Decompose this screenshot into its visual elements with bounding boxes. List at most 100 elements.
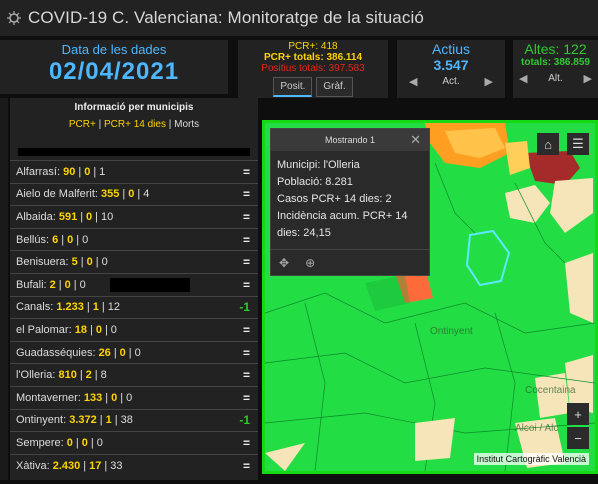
separator: |: [95, 256, 99, 269]
pcr14-value: 2: [85, 369, 92, 382]
pcr14-value: 0: [64, 278, 71, 291]
altes-totals: totals: 386.859: [521, 57, 590, 68]
pcr-value: 2.430: [52, 459, 81, 472]
municipis-header: Informació per municipis PCR+ | PCR+ 14 …: [10, 98, 258, 146]
pcr-totals: PCR+ totals: 386.114: [263, 52, 363, 63]
morts-value: 38: [120, 414, 133, 427]
pan-icon[interactable]: ✥: [279, 256, 289, 270]
list-item[interactable]: Canals: 1.233 | 1 | 12 -1: [10, 295, 258, 319]
trend-indicator: =: [242, 277, 250, 292]
morts-value: 8: [100, 369, 107, 382]
zoom-out-button[interactable]: −: [567, 427, 589, 449]
municipi-name: l'Olleria:: [16, 369, 56, 382]
list-item[interactable]: Albaida: 591 | 0 | 10 =: [10, 205, 258, 228]
map-label-ontinyent: Ontinyent: [430, 326, 473, 337]
pcr-daily: PCR+: 418: [288, 41, 338, 52]
list-item[interactable]: l'Olleria: 810 | 2 | 8 =: [10, 363, 258, 386]
altes-nav-label: Alt.: [548, 73, 563, 84]
municipi-name: Bufali:: [16, 278, 47, 291]
pcr-value: 2: [49, 278, 56, 291]
separator: |: [80, 210, 84, 223]
zoom-in-button[interactable]: +: [567, 403, 589, 425]
popup-line: Municipi: l'Olleria: [277, 159, 360, 171]
popup-title: Mostrando 1: [324, 135, 376, 145]
separator: |: [61, 233, 65, 246]
list-item[interactable]: Xàtiva: 2.430 | 17 | 33 =: [10, 453, 258, 477]
pcr14-value: 0: [84, 165, 91, 178]
separator: |: [104, 459, 108, 472]
legend-pcr: PCR+: [68, 119, 96, 130]
map-label-cocentaina: Cocentaina: [525, 385, 576, 396]
redacted-box: [109, 277, 190, 292]
prev-arrow-icon[interactable]: ◀: [519, 72, 527, 85]
pcr14-value: 0: [86, 256, 93, 269]
list-item[interactable]: Aielo de Malferit: 355 | 0 | 4 =: [10, 182, 258, 206]
morts-value: 0: [82, 233, 89, 246]
trend-indicator: =: [242, 164, 250, 179]
separator: |: [73, 278, 77, 291]
home-icon[interactable]: ⌂: [537, 133, 559, 155]
list-item[interactable]: Bellús: 6 | 0 | 0 =: [10, 227, 258, 251]
list-item[interactable]: Bufali: 2 | 0 | 0 =: [10, 272, 258, 296]
municipis-panel: Informació per municipis PCR+ | PCR+ 14 …: [10, 98, 258, 480]
zoom-to-icon[interactable]: ⊕: [305, 256, 315, 270]
close-icon[interactable]: ✕: [410, 129, 421, 151]
list-item[interactable]: Sempere: 0 | 0 | 0 =: [10, 431, 258, 454]
morts-value: 0: [96, 436, 103, 449]
list-icon[interactable]: ☰: [567, 133, 589, 155]
actius-nav-label: Act.: [442, 76, 460, 87]
separator: |: [93, 165, 97, 178]
separator: |: [79, 369, 83, 382]
top-bar: COVID-19 C. Valenciana: Monitoratge de l…: [0, 0, 598, 36]
list-item[interactable]: Benisuera: 5 | 0 | 0 =: [10, 250, 258, 273]
pcr14-value: 0: [119, 346, 126, 359]
altes-label: Altes: 122: [524, 41, 587, 57]
separator: |: [86, 301, 90, 314]
morts-value: 33: [110, 459, 123, 472]
municipi-name: Montaverner:: [16, 391, 81, 404]
popup-footer: ✥ ⊕: [271, 249, 429, 275]
list-item[interactable]: Ontinyent: 3.372 | 1 | 38 -1: [10, 408, 258, 432]
pcr14-value: 0: [128, 188, 135, 201]
next-arrow-icon[interactable]: ▶: [584, 72, 592, 85]
legend-sep: |: [165, 119, 175, 130]
pcr-value: 1.233: [56, 301, 84, 314]
list-item[interactable]: Alfarrasí: 90 | 0 | 1 =: [10, 160, 258, 183]
separator: |: [105, 391, 109, 404]
legend-morts: Morts: [174, 119, 200, 130]
morts-value: 10: [101, 210, 114, 223]
morts-value: 12: [107, 301, 120, 314]
trend-indicator: =: [242, 390, 250, 405]
list-item[interactable]: Guadasséquies: 26 | 0 | 0 =: [10, 340, 258, 364]
pcr14-value: 17: [89, 459, 102, 472]
separator: |: [75, 436, 79, 449]
pcr14-value: 0: [81, 436, 88, 449]
separator: |: [89, 323, 93, 336]
list-item[interactable]: el Palomar: 18 | 0 | 0 =: [10, 318, 258, 341]
separator: |: [58, 278, 62, 291]
municipi-name: Guadasséquies:: [16, 346, 96, 359]
scrollbar[interactable]: [0, 98, 8, 480]
list-item[interactable]: Montaverner: 133 | 0 | 0 =: [10, 385, 258, 409]
tab-graf[interactable]: Gràf.: [316, 77, 353, 97]
municipis-legend: PCR+ | PCR+ 14 dies | Morts: [10, 119, 258, 130]
pcr-value: 810: [58, 369, 77, 382]
positius-totals: Positius totals: 397.583: [261, 63, 365, 74]
actius-nav: ◀ Act. ▶: [397, 73, 505, 88]
popup-line: dies: 24,15: [277, 227, 331, 239]
pcr14-value: 1: [105, 414, 112, 427]
pcr-value: 5: [71, 256, 78, 269]
pcr-value: 90: [63, 165, 76, 178]
next-arrow-icon[interactable]: ▶: [485, 75, 493, 88]
municipi-name: Alfarrasí:: [16, 165, 61, 178]
trend-indicator: =: [242, 322, 250, 337]
separator: |: [95, 210, 99, 223]
municipi-name: Canals:: [16, 301, 54, 314]
municipi-name: Albaida:: [16, 210, 56, 223]
tab-posit[interactable]: Posit.: [273, 77, 313, 97]
popup-line: Casos PCR+ 14 dies: 2: [277, 193, 392, 205]
redacted-strip: [18, 148, 250, 156]
popup-line: Població: 8.281: [277, 176, 353, 188]
prev-arrow-icon[interactable]: ◀: [409, 75, 417, 88]
date-value: 02/04/2021: [48, 58, 180, 85]
